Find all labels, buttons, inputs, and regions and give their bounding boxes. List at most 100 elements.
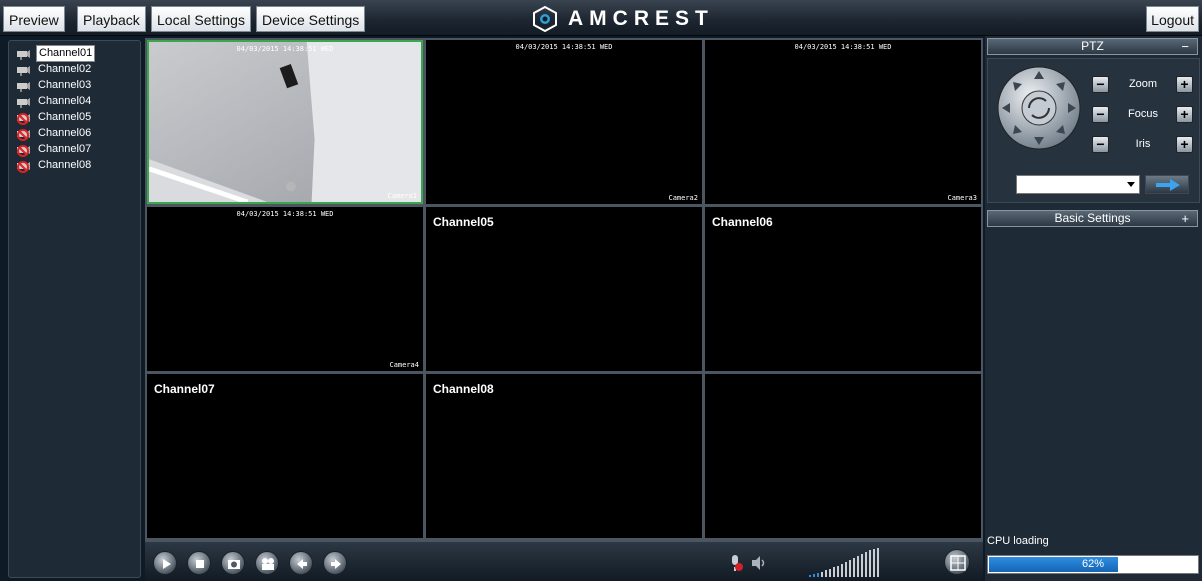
record-button[interactable] — [255, 551, 279, 575]
iris-close-button[interactable]: − — [1092, 136, 1109, 153]
video-cell-8[interactable]: Channel08 — [426, 374, 702, 538]
video-cell-1[interactable]: 04/03/2015 14:38:51 WED Camera1 — [147, 40, 423, 204]
camera-offline-icon — [17, 112, 30, 125]
playback-toolbar — [145, 542, 983, 581]
tab-preview[interactable]: Preview — [3, 6, 65, 32]
osd-camera-name: Camera3 — [947, 194, 977, 202]
channel-label: Channel02 — [38, 63, 92, 75]
channel-item-04[interactable]: Channel04 — [15, 94, 93, 109]
snapshot-button[interactable] — [221, 551, 245, 575]
channel-overlay-label: Channel05 — [433, 215, 494, 229]
next-button[interactable] — [323, 551, 347, 575]
video-cell-5[interactable]: Channel05 — [426, 207, 702, 371]
expand-icon[interactable]: + — [1181, 211, 1189, 226]
iris-open-button[interactable]: + — [1176, 136, 1193, 153]
video-cell-7[interactable]: Channel07 — [147, 374, 423, 538]
iris-control: − Iris + — [1092, 136, 1196, 156]
video-cell-9[interactable] — [705, 374, 981, 538]
ptz-direction-pad[interactable] — [996, 65, 1082, 151]
tab-local-settings[interactable]: Local Settings — [151, 6, 251, 32]
osd-timestamp: 04/03/2015 14:38:51 WED — [515, 43, 613, 51]
channel-label: Channel08 — [38, 159, 92, 171]
video-cell-4[interactable]: 04/03/2015 14:38:51 WED Camera4 — [147, 207, 423, 371]
channel-item-02[interactable]: Channel02 — [15, 62, 93, 77]
cpu-loading-label: CPU loading — [987, 535, 1049, 547]
iris-label: Iris — [1135, 138, 1151, 150]
video-grid: 04/03/2015 14:38:51 WED Camera1 04/03/20… — [145, 38, 983, 542]
channel-item-06[interactable]: Channel06 — [15, 126, 93, 141]
camera-online-icon — [17, 49, 30, 60]
camera-online-icon — [17, 65, 30, 76]
osd-camera-name: Camera4 — [389, 361, 419, 369]
osd-camera-name: Camera1 — [387, 192, 417, 200]
video-cell-2[interactable]: 04/03/2015 14:38:51 WED Camera2 — [426, 40, 702, 204]
tab-device-settings[interactable]: Device Settings — [256, 6, 366, 32]
tab-playback[interactable]: Playback — [77, 6, 146, 32]
channel-item-03[interactable]: Channel03 — [15, 78, 93, 93]
video-cell-6[interactable]: Channel06 — [705, 207, 981, 371]
cpu-loading-value: 62% — [1081, 558, 1105, 570]
camera-online-icon — [17, 81, 30, 92]
camera-feed-image — [149, 42, 421, 202]
channel-item-08[interactable]: Channel08 — [15, 158, 93, 173]
snapshot-icon — [228, 560, 240, 569]
zoom-control: − Zoom + — [1092, 76, 1196, 96]
stop-icon — [196, 560, 204, 568]
amcrest-logo-icon — [533, 6, 557, 32]
play-button[interactable] — [153, 551, 177, 575]
osd-timestamp: 04/03/2015 14:38:51 WED — [236, 210, 334, 218]
cpu-loading-bar: 62% — [987, 555, 1199, 574]
channel-overlay-label: Channel06 — [712, 215, 773, 229]
arrow-right-icon — [1156, 179, 1180, 191]
ptz-section-header[interactable]: PTZ − — [987, 38, 1198, 55]
brand-name: AMCREST — [568, 7, 714, 30]
prev-icon — [297, 559, 307, 569]
speaker-icon[interactable] — [750, 555, 768, 571]
osd-camera-name: Camera2 — [668, 194, 698, 202]
camera-offline-icon — [17, 144, 30, 157]
amcrest-logo: AMCREST — [532, 5, 714, 33]
play-icon — [163, 559, 171, 569]
logout-button[interactable]: Logout — [1146, 6, 1199, 32]
channel-overlay-label: Channel07 — [154, 382, 215, 396]
focus-label: Focus — [1128, 108, 1158, 120]
focus-near-button[interactable]: − — [1092, 106, 1109, 123]
osd-timestamp: 04/03/2015 14:38:51 WED — [236, 45, 334, 53]
camera-offline-icon — [17, 128, 30, 141]
focus-control: − Focus + — [1092, 106, 1196, 126]
osd-timestamp: 04/03/2015 14:38:51 WED — [794, 43, 892, 51]
chevron-down-icon — [1127, 182, 1135, 187]
channel-item-01[interactable]: Channel01 — [15, 45, 96, 62]
zoom-in-button[interactable]: + — [1176, 76, 1193, 93]
collapse-icon[interactable]: − — [1181, 39, 1189, 54]
channel-overlay-label: Channel08 — [433, 382, 494, 396]
volume-slider[interactable] — [809, 548, 893, 578]
goto-preset-button[interactable] — [1145, 175, 1189, 194]
next-icon — [331, 559, 341, 569]
channel-label: Channel05 — [38, 111, 92, 123]
basic-settings-header[interactable]: Basic Settings + — [987, 210, 1198, 227]
channel-label: Channel01 — [36, 45, 96, 62]
channel-item-05[interactable]: Channel05 — [15, 110, 93, 125]
channel-item-07[interactable]: Channel07 — [15, 142, 93, 157]
preset-dropdown[interactable] — [1016, 175, 1140, 194]
layout-button[interactable] — [944, 549, 970, 575]
previous-button[interactable] — [289, 551, 313, 575]
channel-label: Channel07 — [38, 143, 92, 155]
stop-button[interactable] — [187, 551, 211, 575]
ptz-title: PTZ — [1081, 39, 1104, 53]
zoom-out-button[interactable]: − — [1092, 76, 1109, 93]
focus-far-button[interactable]: + — [1176, 106, 1193, 123]
video-cell-3[interactable]: 04/03/2015 14:38:51 WED Camera3 — [705, 40, 981, 204]
zoom-label: Zoom — [1128, 78, 1158, 90]
mic-muted-icon[interactable] — [726, 554, 744, 572]
basic-settings-title: Basic Settings — [1054, 211, 1131, 225]
channel-label: Channel06 — [38, 127, 92, 139]
camera-online-icon — [17, 97, 30, 108]
control-panel: PTZ − − Zoom + − Focus + − Iris + Basic … — [985, 36, 1202, 581]
channel-label: Channel04 — [38, 95, 92, 107]
top-navigation-bar: Preview Playback Local Settings Device S… — [0, 0, 1202, 36]
channel-label: Channel03 — [38, 79, 92, 91]
record-icon — [262, 558, 274, 570]
window-layout-icon — [950, 555, 966, 571]
